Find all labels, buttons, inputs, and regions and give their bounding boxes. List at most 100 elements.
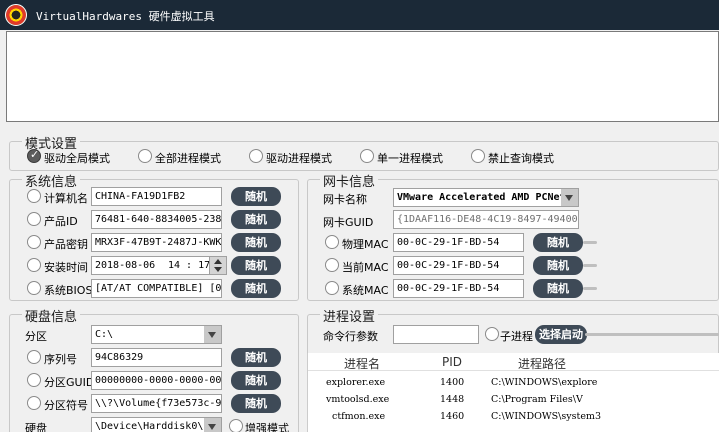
mode-label-driver-process: 驱动进程模式 [266,152,332,165]
process-path-cell: C:\WINDOWS\system3 [491,411,601,422]
enhance-mode-radio[interactable] [229,419,243,432]
physical-mac-radio[interactable] [325,235,339,249]
column-header-process-name[interactable]: 进程名 [344,355,380,372]
launch-slider-track [585,333,719,336]
install-time-random-button[interactable]: 随机 [231,256,281,275]
physical-mac-slider-track [583,241,597,244]
product-id-random-button[interactable]: 随机 [231,210,281,229]
disk-select[interactable]: \Device\Harddisk0\D [91,417,222,432]
partition-guid-random-button[interactable]: 随机 [231,371,281,390]
title-bar: VirtualHardwares 硬件虚拟工具 [0,0,719,30]
mode-label-single-process: 单一进程模式 [377,152,443,165]
product-id-label: 产品ID [44,215,78,228]
disk-dropdown-icon[interactable] [204,418,221,432]
partition-symbol-random-button[interactable]: 随机 [231,394,281,413]
process-pid-cell: 1400 [440,377,465,388]
system-mac-radio[interactable] [325,281,339,295]
current-mac-slider-track [583,264,597,267]
mode-radio-driver-process[interactable] [249,149,263,163]
physical-mac-field[interactable]: 00-0C-29-1F-BD-54 [393,233,524,252]
system-mac-slider-track [583,287,597,290]
child-process-label: 子进程 [500,330,533,343]
mode-radio-single-process[interactable] [360,149,374,163]
partition-symbol-label: 分区符号 [44,399,88,412]
process-name-cell: vmtoolsd.exe [326,394,390,405]
system-mac-field[interactable]: 00-0C-29-1F-BD-54 [393,279,524,298]
process-table: 进程名 PID 进程路径 explorer.exe 1400 C:\WINDOW… [307,353,719,432]
process-pid-cell: 1448 [440,394,465,405]
serial-number-random-button[interactable]: 随机 [231,348,281,367]
log-output-area[interactable] [6,31,719,122]
mode-radio-all-process[interactable] [138,149,152,163]
product-key-field[interactable]: MRX3F-47B9T-2487J-KWKM9 [91,233,222,252]
partition-guid-field[interactable]: 00000000-0000-0000-0000 [91,371,222,390]
nic-guid-field[interactable]: {1DAAF116-DE48-4C19-8497-4940061 [393,210,579,229]
column-header-pid[interactable]: PID [442,355,462,369]
physical-mac-random-button[interactable]: 随机 [533,233,583,252]
cmdline-input[interactable] [393,325,479,344]
serial-number-radio[interactable] [27,350,41,364]
install-time-spinner[interactable] [209,256,227,275]
install-time-radio[interactable] [27,258,41,272]
spinner-up-icon[interactable] [214,259,222,264]
partition-symbol-field[interactable]: \\?\Volume{f73e573c-998 [91,394,222,413]
current-mac-radio[interactable] [325,258,339,272]
system-info-legend: 系统信息 [22,171,81,190]
partition-label: 分区 [25,330,47,343]
process-settings-legend: 进程设置 [320,306,379,325]
enhance-mode-label: 增强模式 [245,422,289,432]
partition-symbol-radio[interactable] [27,396,41,410]
physical-mac-label: 物理MAC [342,238,389,251]
mode-label-no-query: 禁止查询模式 [488,152,554,165]
product-key-radio[interactable] [27,235,41,249]
window-title: VirtualHardwares 硬件虚拟工具 [36,10,215,23]
mode-radio-no-query[interactable] [471,149,485,163]
process-name-cell: ctfmon.exe [332,411,386,422]
app-logo-icon [5,4,27,26]
product-key-label: 产品密钥 [44,238,88,251]
nic-name-dropdown-icon[interactable] [561,189,578,206]
process-path-cell: C:\Program Files\V [491,394,583,405]
serial-number-field[interactable]: 94C86329 [91,348,222,367]
computer-name-random-button[interactable]: 随机 [231,187,281,206]
product-id-field[interactable]: 76481-640-8834005-23807 [91,210,222,229]
partition-guid-radio[interactable] [27,373,41,387]
install-time-label: 安装时间 [44,261,88,274]
install-time-value: 14 : 17 [168,260,211,271]
child-process-radio[interactable] [485,327,499,341]
nic-guid-label: 网卡GUID [323,216,374,229]
system-mac-label: 系统MAC [342,284,389,297]
partition-guid-label: 分区GUID [44,376,95,389]
partition-select[interactable]: C:\ [91,325,222,344]
computer-name-field[interactable]: CHINA-FA19D1FB2 [91,187,222,206]
install-date-field[interactable]: 2018-08-06 14 : 17 [91,256,227,275]
system-bios-radio[interactable] [27,281,41,295]
install-date-value: 2018-08-06 [95,260,156,271]
system-mac-random-button[interactable]: 随机 [533,279,583,298]
current-mac-label: 当前MAC [342,261,389,274]
system-bios-field[interactable]: [AT/AT COMPATIBLE] [07/ [91,279,222,298]
column-header-process-path[interactable]: 进程路径 [518,355,566,372]
computer-name-radio[interactable] [27,189,41,203]
process-path-cell: C:\WINDOWS\explore [491,377,598,388]
system-bios-random-button[interactable]: 随机 [231,279,281,298]
disk-info-legend: 硬盘信息 [22,306,81,325]
spinner-down-icon[interactable] [214,267,222,272]
process-pid-cell: 1460 [440,411,465,422]
product-key-random-button[interactable]: 随机 [231,233,281,252]
nic-name-select[interactable]: VMware Accelerated AMD PCNet [393,188,579,207]
table-row[interactable]: ctfmon.exe 1460 C:\WINDOWS\system3 [308,408,719,427]
nic-info-legend: 网卡信息 [320,171,379,190]
current-mac-random-button[interactable]: 随机 [533,256,583,275]
partition-dropdown-icon[interactable] [204,326,221,343]
current-mac-field[interactable]: 00-0C-29-1F-BD-54 [393,256,524,275]
product-id-radio[interactable] [27,212,41,226]
serial-number-label: 序列号 [44,353,77,366]
select-launch-button[interactable]: 选择启动 [535,325,587,344]
system-bios-label: 系统BIOS [44,284,93,297]
computer-name-label: 计算机名 [44,192,88,205]
mode-radio-global-driver[interactable] [27,148,41,163]
nic-name-label: 网卡名称 [323,193,367,206]
mode-label-all-process: 全部进程模式 [155,152,221,165]
process-name-cell: explorer.exe [326,377,386,388]
